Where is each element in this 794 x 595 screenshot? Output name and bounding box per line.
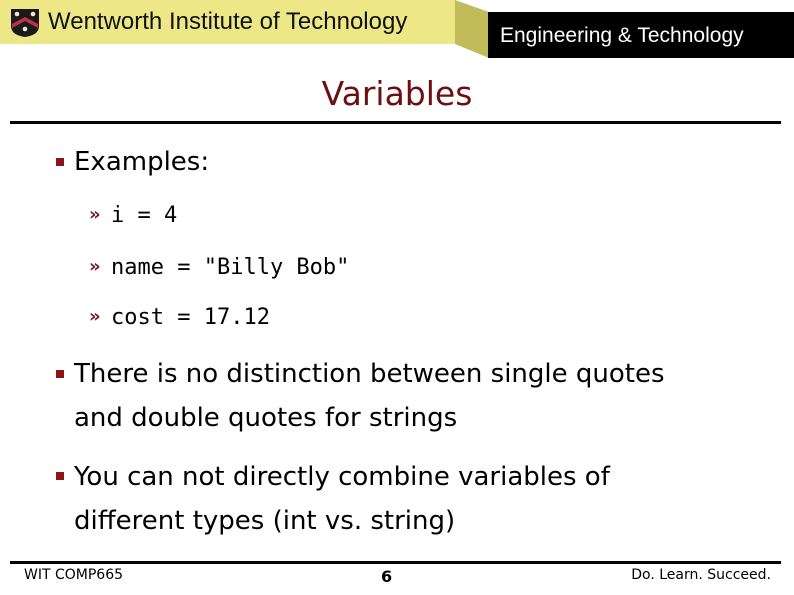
code-example: i = 4 xyxy=(111,203,178,228)
department-name: Engineering & Technology xyxy=(500,24,744,47)
institution-name: Wentworth Institute of Technology xyxy=(48,8,408,35)
banner-fold xyxy=(455,0,489,58)
bullet-marker xyxy=(56,370,64,378)
sub-bullet-marker: » xyxy=(89,204,101,225)
page-number: 6 xyxy=(381,567,393,586)
bullet-quotes-line-1: There is no distinction between single q… xyxy=(74,359,665,389)
sub-bullet-marker: » xyxy=(89,306,101,327)
bullet-types-line-2: different types (int vs. string) xyxy=(74,506,456,536)
title-divider xyxy=(10,121,781,124)
course-code: WIT COMP665 xyxy=(24,567,124,583)
crest-logo-icon xyxy=(11,9,39,37)
slide-title: Variables xyxy=(321,74,473,113)
motto: Do. Learn. Succeed. xyxy=(631,567,771,583)
footer-divider xyxy=(10,561,781,564)
bullet-examples: Examples: xyxy=(74,147,210,177)
bullet-types-line-1: You can not directly combine variables o… xyxy=(74,462,610,492)
bullet-quotes-line-2: and double quotes for strings xyxy=(74,403,458,433)
code-example: cost = 17.12 xyxy=(111,305,270,330)
bullet-marker xyxy=(56,158,64,166)
bullet-marker xyxy=(56,472,64,480)
sub-bullet-marker: » xyxy=(89,256,101,277)
code-example: name = "Billy Bob" xyxy=(111,255,350,280)
